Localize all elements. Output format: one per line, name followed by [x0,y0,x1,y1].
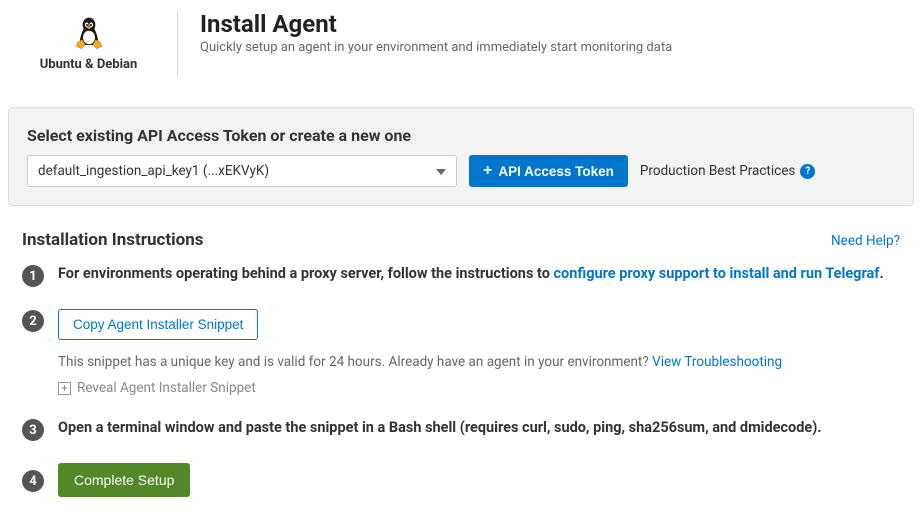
reveal-snippet-toggle[interactable]: + Reveal Agent Installer Snippet [58,380,256,396]
step-3: 3 Open a terminal window and paste the s… [22,418,900,441]
page-title: Install Agent [200,10,922,38]
token-select[interactable]: default_ingestion_api_key1 (...xEKVyK) [27,155,457,187]
step-number-2: 2 [22,310,44,332]
need-help-link[interactable]: Need Help? [831,233,900,249]
snippet-note: This snippet has a unique key and is val… [58,354,900,370]
os-badge: Ubuntu & Debian [0,10,178,77]
instructions-title: Installation Instructions [22,230,203,250]
step-number-1: 1 [22,265,44,287]
best-practices-label: Production Best Practices [640,163,795,179]
step-4: 4 Complete Setup [22,463,900,497]
step-3-body: Open a terminal window and paste the sni… [58,418,900,441]
help-icon: ? [800,164,815,179]
token-heading: Select existing API Access Token or crea… [27,126,895,145]
step-1-text-prefix: For environments operating behind a prox… [58,265,554,282]
step-3-text: Open a terminal window and paste the sni… [58,419,822,436]
linux-icon [20,15,157,55]
copy-snippet-button[interactable]: Copy Agent Installer Snippet [58,309,258,340]
header-text: Install Agent Quickly setup an agent in … [178,10,922,77]
step-4-body: Complete Setup [58,463,900,497]
best-practices-link[interactable]: Production Best Practices ? [640,163,815,179]
chevron-down-icon [436,163,446,179]
page-subtitle: Quickly setup an agent in your environme… [200,40,922,55]
step-1: 1 For environments operating behind a pr… [22,264,900,287]
create-token-label: API Access Token [498,164,614,179]
instructions-section: Installation Instructions Need Help? 1 F… [0,206,922,517]
troubleshooting-link[interactable]: View Troubleshooting [652,354,782,370]
create-token-button[interactable]: + API Access Token [469,155,628,187]
complete-setup-button[interactable]: Complete Setup [58,463,190,497]
token-selected-value: default_ingestion_api_key1 (...xEKVyK) [38,163,269,179]
snippet-note-text: This snippet has a unique key and is val… [58,354,652,370]
step-2-body: Copy Agent Installer Snippet This snippe… [58,309,900,396]
expand-icon: + [58,382,71,395]
token-row: default_ingestion_api_key1 (...xEKVyK) +… [27,155,895,187]
os-label: Ubuntu & Debian [20,57,157,72]
step-number-4: 4 [22,470,44,492]
plus-icon: + [483,163,492,179]
step-2: 2 Copy Agent Installer Snippet This snip… [22,309,900,396]
page-header: Ubuntu & Debian Install Agent Quickly se… [0,0,922,87]
instructions-header: Installation Instructions Need Help? [22,230,900,250]
token-section: Select existing API Access Token or crea… [8,107,914,206]
step-1-text-suffix: . [879,265,883,282]
step-1-body: For environments operating behind a prox… [58,264,900,287]
reveal-snippet-label: Reveal Agent Installer Snippet [77,380,256,396]
step-number-3: 3 [22,419,44,441]
proxy-config-link[interactable]: configure proxy support to install and r… [554,265,880,282]
